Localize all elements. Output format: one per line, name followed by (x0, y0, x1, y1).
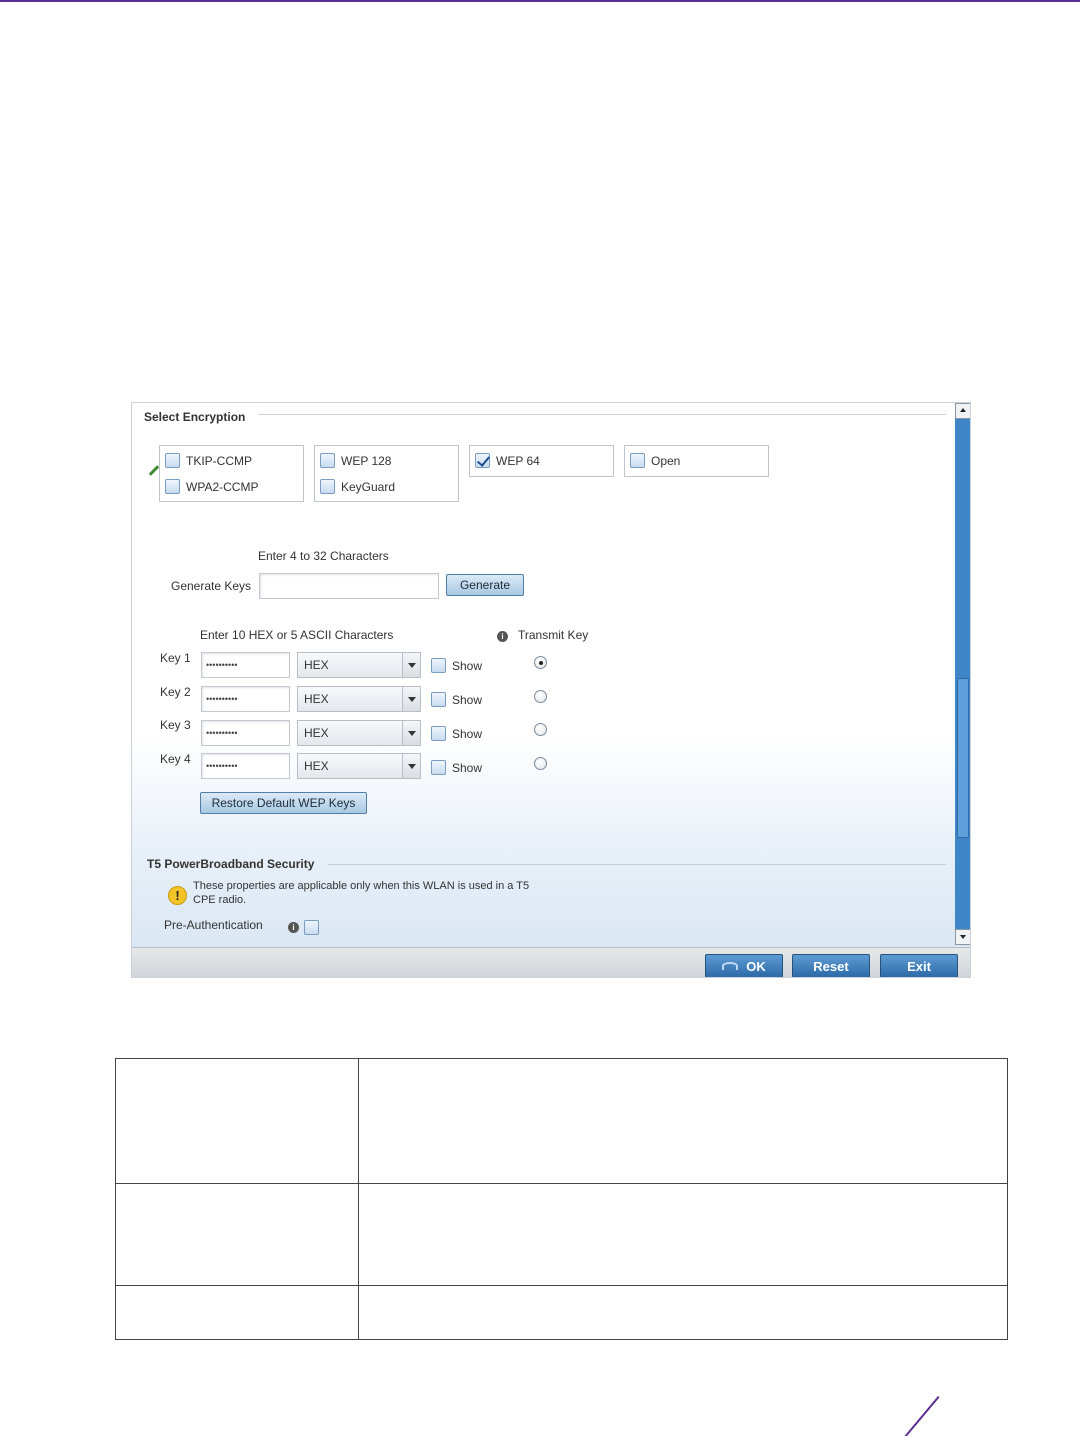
dialog-footer: OK Reset Exit (132, 947, 970, 977)
ok-button[interactable]: OK (705, 954, 783, 977)
key-label: Key 1 (160, 651, 191, 665)
chevron-down-icon[interactable] (402, 687, 420, 711)
encryption-option-keyguard[interactable]: KeyGuard (320, 479, 395, 494)
encryption-option-wep-64[interactable]: WEP 64 (475, 453, 540, 468)
show-key-checkbox[interactable]: Show (431, 760, 482, 775)
encryption-group-title: Select Encryption (144, 410, 246, 424)
table-cell (358, 1285, 1008, 1340)
exit-button[interactable]: Exit (880, 954, 958, 977)
generate-keys-input[interactable] (259, 573, 439, 599)
reset-button[interactable]: Reset (792, 954, 870, 977)
key-input[interactable]: •••••••••• (201, 686, 290, 712)
transmit-key-radio[interactable] (534, 690, 547, 703)
key-input[interactable]: •••••••••• (201, 652, 290, 678)
scroll-up-icon[interactable] (955, 403, 970, 419)
key-format-select[interactable]: HEX (297, 720, 421, 746)
checkbox-icon[interactable] (431, 760, 446, 775)
show-key-checkbox[interactable]: Show (431, 726, 482, 741)
key-format-select[interactable]: HEX (297, 753, 421, 779)
generate-keys-label: Generate Keys (171, 579, 252, 593)
encryption-option-wpa2-ccmp[interactable]: WPA2-CCMP (165, 479, 258, 494)
info-icon[interactable]: i (288, 922, 299, 933)
scroll-down-icon[interactable] (955, 929, 970, 945)
warning-icon: ! (168, 886, 187, 905)
show-key-checkbox[interactable]: Show (431, 658, 482, 673)
table-cell (115, 1285, 359, 1340)
key-label: Key 3 (160, 718, 191, 732)
transmit-key-radio[interactable] (534, 656, 547, 669)
encryption-option-tkip-ccmp[interactable]: TKIP-CCMP (165, 453, 252, 468)
restore-default-wep-keys-button[interactable]: Restore Default WEP Keys (200, 792, 367, 814)
t5-warning-line2: CPE radio. (193, 894, 247, 906)
group-divider (328, 864, 946, 865)
scrollbar-thumb[interactable] (957, 678, 969, 838)
table-cell (358, 1058, 1008, 1184)
t5-group-title: T5 PowerBroadband Security (147, 857, 315, 871)
group-divider (258, 414, 946, 415)
keys-hint: Enter 10 HEX or 5 ASCII Characters (200, 628, 394, 642)
key-format-select[interactable]: HEX (297, 686, 421, 712)
table-cell (358, 1183, 1008, 1286)
checkbox-checked-icon[interactable] (475, 453, 490, 468)
encryption-option-wep-128[interactable]: WEP 128 (320, 453, 391, 468)
key-format-select[interactable]: HEX (297, 652, 421, 678)
generate-button[interactable]: Generate (446, 574, 524, 596)
ok-icon (722, 962, 739, 970)
transmit-key-label: Transmit Key (518, 628, 589, 642)
checkbox-icon[interactable] (165, 479, 180, 494)
key-label: Key 2 (160, 685, 191, 699)
table-row (115, 1183, 1008, 1286)
pre-authentication-label: Pre-Authentication (164, 918, 263, 932)
encryption-option-open[interactable]: Open (630, 453, 680, 468)
table-cell (115, 1183, 359, 1286)
show-key-checkbox[interactable]: Show (431, 692, 482, 707)
chevron-down-icon[interactable] (402, 721, 420, 745)
checkbox-icon[interactable] (431, 692, 446, 707)
transmit-key-radio[interactable] (534, 723, 547, 736)
generate-keys-hint: Enter 4 to 32 Characters (258, 549, 389, 563)
vertical-scrollbar[interactable] (955, 403, 970, 945)
checkbox-icon[interactable] (630, 453, 645, 468)
checkbox-icon[interactable] (320, 479, 335, 494)
table-row (115, 1285, 1008, 1340)
key-input[interactable]: •••••••••• (201, 753, 290, 779)
chevron-down-icon[interactable] (402, 653, 420, 677)
pre-authentication-checkbox[interactable] (304, 920, 319, 935)
description-table (115, 1058, 1008, 1340)
checkbox-icon[interactable] (320, 453, 335, 468)
table-row (115, 1058, 1008, 1184)
key-input[interactable]: •••••••••• (201, 720, 290, 746)
table-cell (115, 1058, 359, 1184)
checkbox-icon[interactable] (165, 453, 180, 468)
t5-warning-line1: These properties are applicable only whe… (193, 880, 530, 892)
key-label: Key 4 (160, 752, 191, 766)
checkbox-icon[interactable] (431, 658, 446, 673)
transmit-key-radio[interactable] (534, 757, 547, 770)
encryption-settings-panel: Select Encryption TKIP-CCMP WPA2-CCMP WE… (131, 402, 971, 978)
page-top-rule (0, 0, 1080, 2)
page-corner-mark (904, 1396, 940, 1436)
info-icon[interactable]: i (497, 631, 508, 642)
chevron-down-icon[interactable] (402, 754, 420, 778)
pencil-edit-icon (148, 465, 160, 476)
checkbox-icon[interactable] (431, 726, 446, 741)
